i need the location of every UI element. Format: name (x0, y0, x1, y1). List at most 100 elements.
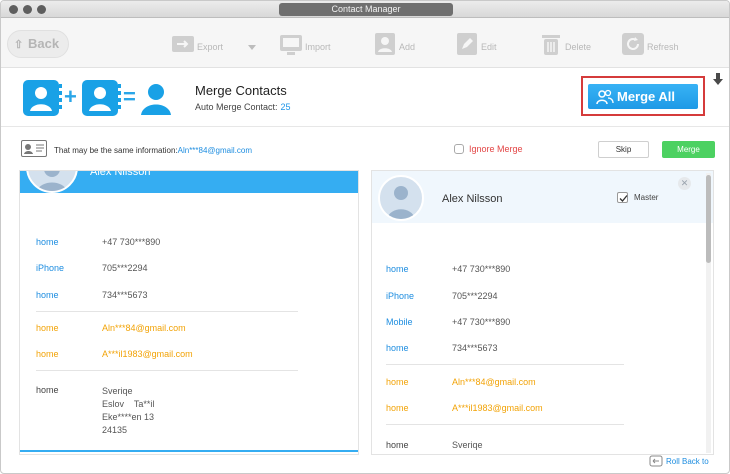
add-label: Add (399, 42, 416, 52)
email-label: home (386, 377, 409, 387)
divider (386, 424, 624, 425)
phone-label: home (386, 343, 409, 353)
export-button[interactable]: Export (171, 32, 241, 58)
refresh-icon (622, 33, 644, 55)
phone-value: +47 730***890 (102, 237, 161, 247)
people-icon (596, 89, 614, 105)
merge-all-label: Merge All (617, 89, 676, 104)
phone-value: +47 730***890 (452, 317, 511, 327)
refresh-button[interactable]: Refresh (621, 32, 691, 58)
roll-back-label: Roll Back to (666, 457, 709, 466)
equals-icon: = (123, 84, 136, 109)
master-checkbox[interactable] (617, 192, 628, 203)
divider (36, 370, 298, 371)
add-contact-icon (375, 33, 395, 55)
back-label: Back (28, 36, 60, 51)
back-button[interactable]: ⇧ Back (7, 30, 69, 58)
phone-label: home (36, 290, 59, 300)
avatar (26, 171, 78, 193)
phone-value: 734***5673 (452, 343, 498, 353)
duplicate-info-row: That may be the same information:Aln***8… (1, 128, 729, 170)
zoom-window-button[interactable] (37, 5, 46, 14)
address-value: Sveriqe Eslov Ta**il Eke****en 13 24135 (102, 386, 155, 435)
address-label: home (386, 440, 409, 450)
selection-underline (20, 450, 358, 452)
left-contact-panel[interactable]: Alex Nilsson home +47 730***890 iPhone 7… (19, 170, 359, 455)
delete-button[interactable]: Delete (539, 32, 599, 58)
auto-merge-label: Auto Merge Contact: (195, 102, 278, 112)
edit-label: Edit (481, 42, 497, 52)
address-value: Sveriqe (452, 440, 483, 450)
plus-icon: + (64, 84, 77, 109)
ignore-merge-checkbox[interactable] (454, 144, 464, 154)
email-value: A***il1983@gmail.com (452, 403, 543, 413)
phone-label: home (386, 264, 409, 274)
address-label: home (36, 385, 59, 395)
export-icon (172, 36, 194, 52)
merge-contacts-title: Merge Contacts (195, 83, 287, 98)
divider (36, 311, 298, 312)
merge-all-button[interactable]: Merge All (588, 84, 698, 109)
rollback-icon (649, 455, 663, 467)
merge-button[interactable]: Merge (662, 141, 715, 158)
export-label: Export (197, 42, 224, 52)
same-information-email: Aln***84@gmail.com (177, 146, 252, 155)
email-label: home (36, 349, 59, 359)
auto-merge-count: 25 (280, 102, 291, 112)
title-bar: Contact Manager (1, 1, 729, 18)
contact-manager-window: Contact Manager ⇧ Back Export Import Add … (0, 0, 730, 474)
toolbar: ⇧ Back Export Import Add Edit Delete Refr… (1, 18, 729, 68)
skip-button[interactable]: Skip (598, 141, 649, 158)
right-contact-panel[interactable]: Alex Nilsson Master ✕ home +47 730***890… (371, 170, 714, 455)
left-contact-header: Alex Nilsson (20, 170, 358, 193)
phone-value: 734***5673 (102, 290, 148, 300)
download-arrow-icon[interactable] (712, 73, 724, 85)
phone-label: iPhone (386, 291, 415, 301)
phone-value: 705***2294 (452, 291, 498, 301)
id-card-icon (21, 140, 47, 157)
edit-button[interactable]: Edit (455, 32, 505, 58)
divider (386, 364, 624, 365)
checkmark-icon (619, 195, 628, 202)
export-dropdown-caret-icon[interactable] (248, 45, 256, 50)
phone-value: +47 730***890 (452, 264, 511, 274)
phone-label: iPhone (36, 263, 65, 273)
contact-card-icon (82, 80, 121, 116)
minimize-window-button[interactable] (23, 5, 32, 14)
delete-label: Delete (565, 42, 592, 52)
email-value: Aln***84@gmail.com (102, 323, 186, 333)
back-arrow-icon: ⇧ (14, 39, 24, 51)
contact-card-icon (23, 80, 62, 116)
email-value: Aln***84@gmail.com (452, 377, 536, 387)
right-contact-header: Alex Nilsson Master ✕ (372, 171, 713, 223)
import-icon (280, 35, 302, 55)
ignore-merge-label[interactable]: Ignore Merge (469, 144, 523, 154)
close-window-button[interactable] (9, 5, 18, 14)
phone-label: home (36, 237, 59, 247)
import-label: Import (305, 42, 331, 52)
phone-value: 705***2294 (102, 263, 148, 273)
same-information-label: That may be the same information: (54, 146, 178, 155)
email-label: home (386, 403, 409, 413)
right-scrollbar-thumb[interactable] (706, 175, 711, 263)
avatar (378, 175, 424, 221)
merge-illustration: + = (23, 80, 173, 116)
roll-back-link[interactable]: Roll Back to (649, 455, 709, 467)
email-value: A***il1983@gmail.com (102, 349, 193, 359)
left-contact-name: Alex Nilsson (90, 170, 151, 178)
auto-merge-info: Auto Merge Contact: 25 (195, 102, 291, 112)
email-label: home (36, 323, 59, 333)
import-button[interactable]: Import (279, 32, 339, 58)
right-contact-name: Alex Nilsson (442, 193, 503, 205)
trash-icon (542, 35, 560, 55)
merged-person-icon (141, 84, 171, 115)
edit-icon (457, 33, 477, 55)
master-label: Master (634, 193, 659, 202)
refresh-label: Refresh (647, 42, 679, 52)
merge-header: + = Merge Contacts Auto Merge Contact: 25… (1, 69, 729, 127)
phone-label: Mobile (386, 317, 413, 327)
close-icon[interactable]: ✕ (678, 177, 691, 190)
add-button[interactable]: Add (373, 32, 423, 58)
window-title: Contact Manager (279, 3, 453, 16)
same-information-text: That may be the same information:Aln***8… (54, 146, 252, 155)
